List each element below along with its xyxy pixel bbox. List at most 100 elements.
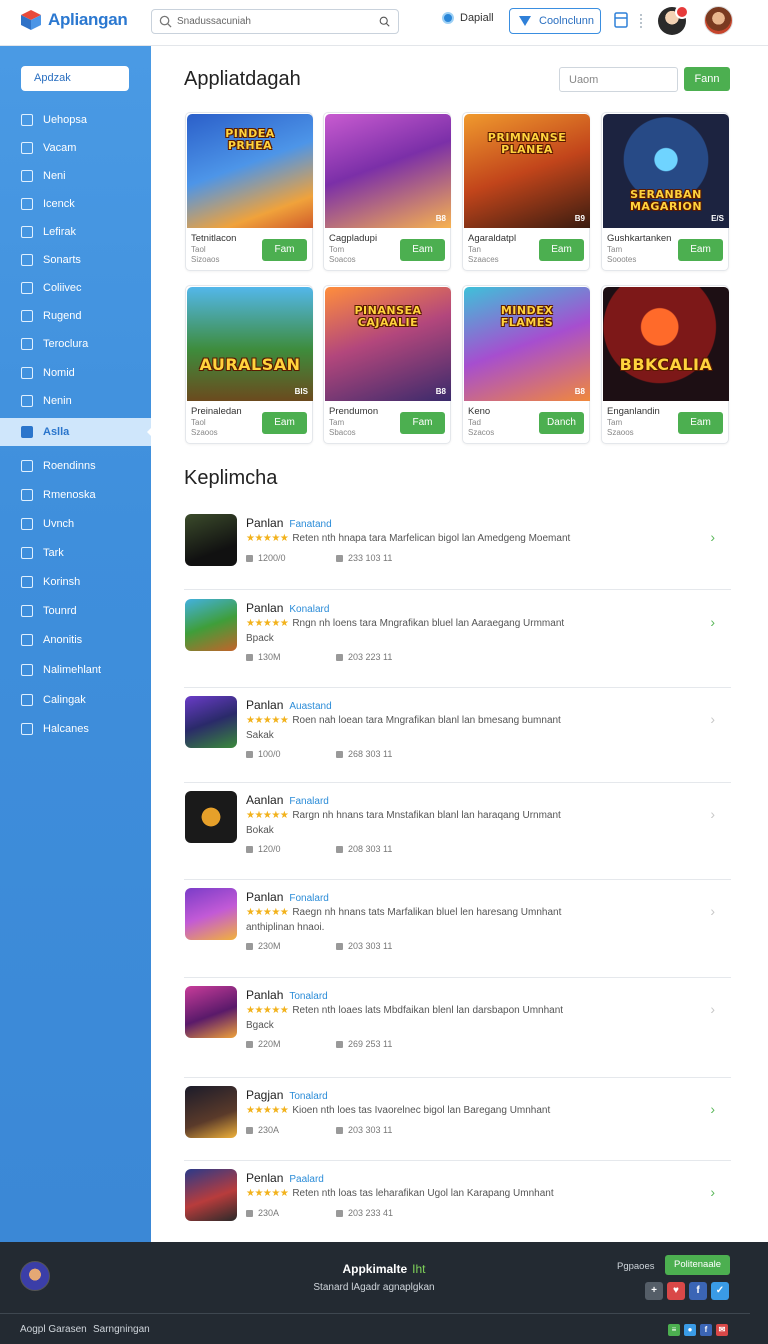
sidebar-item-17[interactable]: Korinsh <box>0 568 151 596</box>
sidebar-item-14[interactable]: Rmenoska <box>0 481 151 509</box>
plus-icon[interactable]: + <box>645 1282 663 1300</box>
facebook-small-icon[interactable]: f <box>700 1324 712 1336</box>
list-item-thumbnail[interactable] <box>185 514 237 566</box>
chevron-right-icon[interactable]: › <box>710 1001 715 1017</box>
app-card-artwork[interactable]: PINANSEA CAJAALIE B8 <box>325 287 451 401</box>
app-logo[interactable]: Apliangan <box>20 9 128 31</box>
list-item-tag[interactable]: Paalard <box>289 1174 323 1185</box>
list-item-tag[interactable]: Tonalard <box>289 1091 327 1102</box>
chevron-right-icon[interactable]: › <box>710 711 715 727</box>
app-card[interactable]: SERANBAN MAGARION E/S Gushkartanken Tam Sooo… <box>601 112 729 271</box>
share-icon[interactable]: ≡ <box>668 1324 680 1336</box>
list-item-thumbnail[interactable] <box>185 599 237 651</box>
sidebar-item-9[interactable]: Teroclura <box>0 330 151 358</box>
list-item[interactable]: Panlan Auastand ★★★★★ Roen nah loean tara M… <box>184 693 731 783</box>
sidebar-item-10[interactable]: Nomid <box>0 359 151 387</box>
search-input[interactable]: Snadussacuniah <box>151 9 399 34</box>
app-card-artwork[interactable]: SERANBAN MAGARION E/S <box>603 114 729 228</box>
sidebar-item-2[interactable]: Vacam <box>0 134 151 162</box>
list-item-title: Panlah Tonalard <box>246 988 328 1002</box>
sidebar-search-button[interactable]: Apdzak <box>21 66 129 91</box>
sidebar-item-21[interactable]: Calingak <box>0 686 151 714</box>
list-item-thumbnail[interactable] <box>185 888 237 940</box>
sidebar-item-4[interactable]: Icenck <box>0 190 151 218</box>
app-card-button[interactable]: Fam <box>400 412 445 434</box>
filter-input[interactable]: Uaom <box>559 67 678 92</box>
list-item[interactable]: Penlan Paalard ★★★★★ Reten nth loas tas leh… <box>184 1166 731 1244</box>
footer-link-1[interactable]: Aogpl Garasen <box>20 1324 87 1335</box>
app-card-button[interactable]: Eam <box>262 412 307 434</box>
app-card[interactable]: PRIMNANSE PLANEA B9 Agaraldatpl Tan Szaaces E… <box>462 112 590 271</box>
app-card[interactable]: PINANSEA CAJAALIE B8 Prendumon Tam Sbacos Fam <box>323 285 451 444</box>
app-card[interactable]: BBKCALIA Enganlandin Tam Szaoos Eam <box>601 285 729 444</box>
filter-button[interactable]: Fann <box>684 67 730 91</box>
list-item[interactable]: Panlan Konalard ★★★★★ Rngn nh loens tara Mn… <box>184 596 731 688</box>
sidebar-item-3[interactable]: Neni <box>0 162 151 190</box>
sidebar-item-22[interactable]: Halcanes <box>0 715 151 743</box>
list-item[interactable]: Panlan Fonalard ★★★★★ Raegn nh hnans tats M… <box>184 885 731 978</box>
app-card-artwork[interactable]: AURALSAN BIS <box>187 287 313 401</box>
app-card[interactable]: MINDEX FLAMES B8 Keno Tad Szacos Danch <box>462 285 590 444</box>
header-link[interactable]: Dapiall <box>442 12 494 24</box>
app-card-button[interactable]: Fam <box>262 239 307 261</box>
app-card-artwork[interactable]: PRIMNANSE PLANEA B9 <box>464 114 590 228</box>
app-card-button[interactable]: Eam <box>678 239 723 261</box>
app-card[interactable]: B8 Cagpladupi Tom Soacos Eam <box>323 112 451 271</box>
list-item-thumbnail[interactable] <box>185 986 237 1038</box>
list-item-tag[interactable]: Fonalard <box>289 893 328 904</box>
sidebar-item-5[interactable]: Lefirak <box>0 218 151 246</box>
sidebar-item-12[interactable]: Aslla <box>0 418 152 446</box>
profile-avatar[interactable] <box>704 6 733 35</box>
sidebar-item-13[interactable]: Roendinns <box>0 452 151 480</box>
sidebar-item-11[interactable]: Nenin <box>0 387 151 415</box>
sidebar-item-15[interactable]: Uvnch <box>0 510 151 538</box>
list-item-tag[interactable]: Fanatand <box>289 519 331 530</box>
app-card-artwork[interactable]: BBKCALIA <box>603 287 729 401</box>
footer-button[interactable]: Politenaale <box>665 1255 730 1275</box>
facebook-icon[interactable]: f <box>689 1282 707 1300</box>
twitter-icon[interactable]: ✓ <box>711 1282 729 1300</box>
chevron-right-icon[interactable]: › <box>710 806 715 822</box>
app-card-button[interactable]: Eam <box>539 239 584 261</box>
app-card-artwork[interactable]: PINDEA PRHEA <box>187 114 313 228</box>
sidebar-item-6[interactable]: Sonarts <box>0 246 151 274</box>
list-item-thumbnail[interactable] <box>185 1169 237 1221</box>
globe-icon[interactable]: ● <box>684 1324 696 1336</box>
app-card[interactable]: AURALSAN BIS Preinaledan Taol Szaoos Eam <box>185 285 313 444</box>
chevron-right-icon[interactable]: › <box>710 529 715 545</box>
sidebar-item-8[interactable]: Rugend <box>0 302 151 330</box>
app-card-button[interactable]: Eam <box>678 412 723 434</box>
sidebar-item-16[interactable]: Tark <box>0 539 151 567</box>
list-item-tag[interactable]: Tonalard <box>289 991 327 1002</box>
list-item-thumbnail[interactable] <box>185 791 237 843</box>
sidebar-item-19[interactable]: Anonitis <box>0 626 151 654</box>
list-item[interactable]: Panlah Tonalard ★★★★★ Reten nth loaes lats … <box>184 983 731 1078</box>
chevron-right-icon[interactable]: › <box>710 1184 715 1200</box>
chevron-right-icon[interactable]: › <box>710 614 715 630</box>
list-item[interactable]: Panlan Fanatand ★★★★★ Reten nth hnapa tara … <box>184 511 731 590</box>
app-card-button[interactable]: Danch <box>539 412 584 434</box>
list-item-tag[interactable]: Fanalard <box>289 796 328 807</box>
header-action-button[interactable]: Coolnclunn <box>509 8 601 34</box>
list-item-tag[interactable]: Auastand <box>289 701 331 712</box>
sidebar-item-7[interactable]: Coliivec <box>0 274 151 302</box>
sidebar-item-1[interactable]: Uehopsa <box>0 106 151 134</box>
sidebar-item-20[interactable]: Nalimehlant <box>0 656 151 684</box>
document-icon[interactable] <box>614 12 628 28</box>
search-submit-icon[interactable] <box>379 16 390 27</box>
list-item-thumbnail[interactable] <box>185 696 237 748</box>
app-card-artwork[interactable]: MINDEX FLAMES B8 <box>464 287 590 401</box>
app-card-artwork[interactable]: B8 <box>325 114 451 228</box>
chevron-right-icon[interactable]: › <box>710 1101 715 1117</box>
list-item[interactable]: Pagjan Tonalard ★★★★★ Kioen nth loes tas Iv… <box>184 1083 731 1161</box>
app-card-button[interactable]: Eam <box>400 239 445 261</box>
sidebar-item-18[interactable]: Tounrd <box>0 597 151 625</box>
list-item-thumbnail[interactable] <box>185 1086 237 1138</box>
footer-link-2[interactable]: Sarngningan <box>93 1324 150 1335</box>
chevron-right-icon[interactable]: › <box>710 903 715 919</box>
heart-icon[interactable]: ♥ <box>667 1282 685 1300</box>
list-item-tag[interactable]: Konalard <box>289 604 329 615</box>
list-item[interactable]: Aanlan Fanalard ★★★★★ Rargn nh hnans tara M… <box>184 788 731 880</box>
app-card[interactable]: PINDEA PRHEA Tetnitlacon Taol Sizoaos Fam <box>185 112 313 271</box>
mail-small-icon[interactable]: ✉ <box>716 1324 728 1336</box>
